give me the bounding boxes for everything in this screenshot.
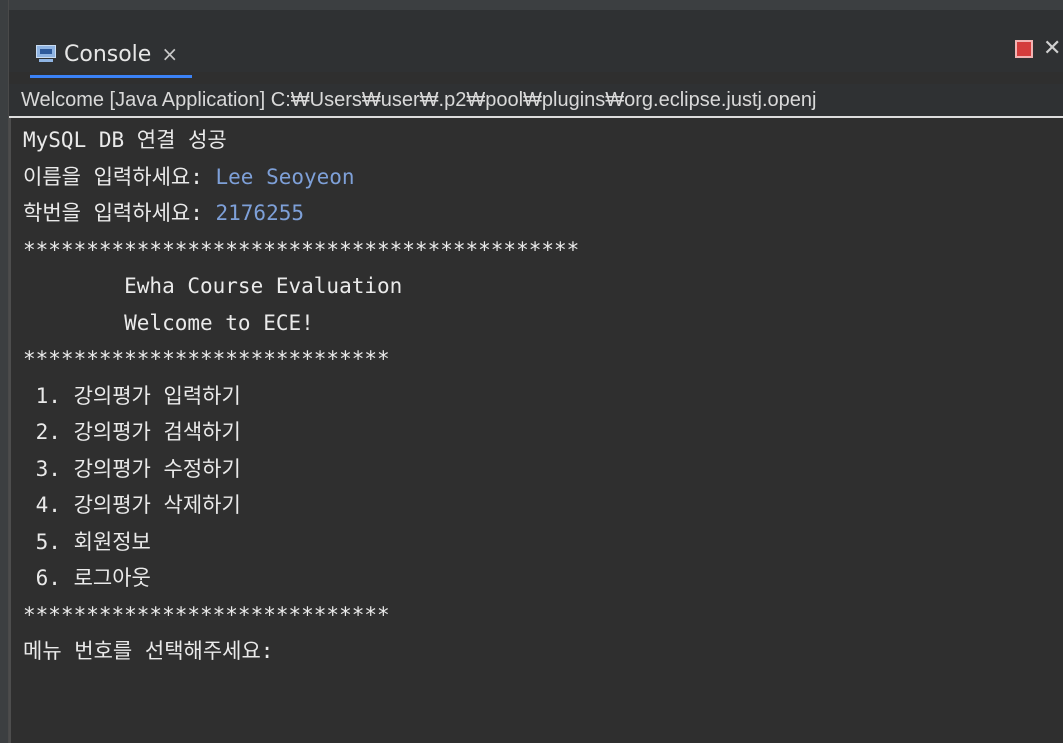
console-user-input: Lee Seoyeon — [215, 164, 355, 189]
tab-console[interactable]: Console × — [30, 34, 193, 78]
console-line: 6. 로그아웃 — [23, 560, 579, 597]
console-line-text: 5. 회원정보 — [23, 529, 151, 554]
console-line-text: MySQL DB 연결 성공 — [23, 128, 227, 152]
console-line: 학번을 입력하세요: 2176255 — [23, 195, 579, 232]
top-strip — [0, 0, 1063, 10]
console-line-text: ***************************** — [23, 602, 390, 627]
tab-close-icon[interactable]: × — [161, 42, 178, 66]
eclipse-console-window: Console × ✕ Welcome [Java Application] C… — [0, 0, 1063, 743]
console-line-text: ***************************** — [23, 347, 390, 371]
console-line: 1. 강의평가 입력하기 — [23, 378, 579, 415]
console-line-text: Ewha Course Evaluation — [23, 274, 403, 298]
remove-launch-button[interactable]: ✕ — [1043, 36, 1063, 62]
console-line: 이름을 입력하세요: Lee Seoyeon — [23, 159, 579, 196]
terminate-button[interactable] — [1015, 40, 1033, 58]
console-line: ****************************************… — [23, 232, 579, 269]
console-line: ***************************** — [23, 597, 579, 634]
console-line: 2. 강의평가 검색하기 — [23, 414, 579, 451]
console-line-text: 6. 로그아웃 — [23, 566, 151, 590]
console-line-text: ****************************************… — [23, 237, 580, 262]
console-line: ***************************** — [23, 341, 579, 378]
tab-console-label: Console — [64, 41, 152, 67]
launch-description: Welcome [Java Application] C:₩Users₩user… — [9, 84, 1063, 116]
console-lines: MySQL DB 연결 성공 이름을 입력하세요: Lee Seoyeon 학번을 … — [23, 122, 579, 670]
left-gutter — [0, 0, 9, 743]
console-user-input: 2176255 — [215, 201, 305, 225]
console-line-text: 2. 강의평가 검색하기 — [23, 420, 241, 444]
console-line-text: 학번을 입력하세요: — [23, 201, 216, 225]
console-icon — [36, 45, 56, 63]
console-line: 4. 강의평가 삭제하기 — [23, 487, 579, 524]
console-line: MySQL DB 연결 성공 — [23, 122, 579, 159]
console-line-text: 4. 강의평가 삭제하기 — [23, 493, 241, 517]
console-line-text: 메뉴 번호를 선택해주세요: — [23, 639, 274, 663]
console-line-text: 3. 강의평가 수정하기 — [23, 456, 241, 481]
console-line: 3. 강의평가 수정하기 — [23, 451, 579, 488]
view-tab-bar: Console × ✕ — [9, 10, 1063, 78]
console-line: 5. 회원정보 — [23, 524, 579, 561]
console-line: 메뉴 번호를 선택해주세요: — [23, 633, 579, 670]
console-line: Ewha Course Evaluation — [23, 268, 579, 305]
console-line: Welcome to ECE! — [23, 305, 579, 342]
console-output[interactable]: MySQL DB 연결 성공 이름을 입력하세요: Lee Seoyeon 학번을 … — [9, 118, 1063, 743]
console-line-text: 1. 강의평가 입력하기 — [23, 383, 241, 408]
console-line-text: Welcome to ECE! — [23, 310, 314, 335]
console-line-text: 이름을 입력하세요: — [23, 164, 216, 189]
